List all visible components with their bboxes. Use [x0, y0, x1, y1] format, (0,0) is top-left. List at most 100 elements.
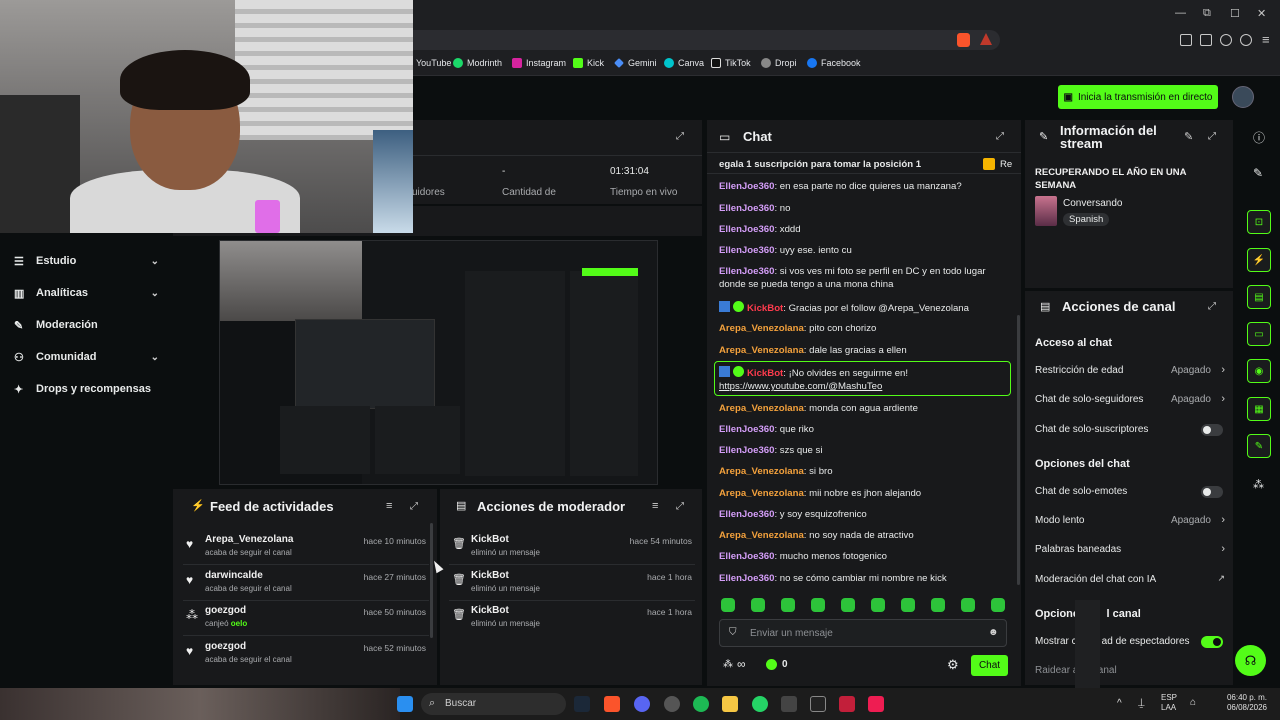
stream-preview[interactable]	[219, 240, 658, 485]
emote-icon[interactable]	[811, 598, 825, 612]
rail-chat-button[interactable]: ▭	[1247, 322, 1271, 346]
emote-icon[interactable]	[781, 598, 795, 612]
epic-games-icon[interactable]	[810, 696, 826, 712]
wallet-icon[interactable]	[1200, 34, 1212, 46]
nav-item-estudio[interactable]: ☰ Estudio ⌄	[14, 253, 159, 269]
emotes-only-toggle[interactable]	[1201, 486, 1223, 498]
help-button[interactable]: ☊	[1235, 645, 1266, 676]
bookmark-kick[interactable]: Kick	[573, 57, 604, 69]
list-item[interactable]: 🗑 KickBot eliminó un mensaje hace 54 minuto…	[449, 534, 695, 564]
show-viewers-setting[interactable]: Mostrar c ad de espectadores	[1035, 636, 1225, 650]
emote-icon[interactable]	[961, 598, 975, 612]
expand-icon[interactable]: ⤢	[410, 501, 418, 512]
emote-icon[interactable]	[991, 598, 1005, 612]
shield-icon[interactable]	[1240, 34, 1252, 46]
list-item[interactable]: ♥ Arepa_Venezolana acaba de seguir el cana…	[183, 534, 429, 564]
chat-message[interactable]: Arepa_Venezolana: no soy nada de atracti…	[719, 529, 1009, 542]
scrollbar[interactable]	[430, 523, 433, 638]
show-viewers-toggle[interactable]	[1201, 636, 1223, 648]
list-item[interactable]: 🗑 KickBot eliminó un mensaje hace 1 hora	[449, 570, 695, 600]
points-icon[interactable]: ⁂	[723, 659, 733, 670]
taskbar-search[interactable]: ⌕ Buscar	[421, 693, 566, 715]
brave-shield-icon[interactable]	[957, 33, 970, 47]
discord-icon[interactable]	[634, 696, 650, 712]
chat-message[interactable]: EllenJoe360: no	[719, 202, 1009, 215]
gear-icon[interactable]: ⚙	[947, 657, 959, 673]
folder-icon[interactable]	[722, 696, 738, 712]
steam-icon[interactable]	[574, 696, 590, 712]
chat-message[interactable]: EllenJoe360: xddd	[719, 223, 1009, 236]
list-item[interactable]: ⁂ goezgod canjeó oelo hace 50 minutos	[183, 605, 429, 635]
sidebar-icon[interactable]	[1180, 34, 1192, 46]
app-icon[interactable]	[781, 696, 797, 712]
address-bar[interactable]: m	[360, 30, 1000, 50]
nav-item-drops[interactable]: ✦ Drops y recompensas	[14, 381, 159, 397]
nav-item-moderacion[interactable]: ✎ Moderación	[14, 317, 159, 333]
chat-input[interactable]: ⛉ Enviar un mensaje ☻	[719, 619, 1007, 647]
chat-message[interactable]: Arepa_Venezolana: si bro	[719, 465, 1009, 478]
age-restriction-setting[interactable]: Restricción de edad Apagado ›	[1035, 364, 1225, 379]
points-icon[interactable]: ⁂	[1253, 478, 1264, 491]
brave-icon[interactable]	[604, 696, 620, 712]
emote-icon[interactable]	[901, 598, 915, 612]
chat-message[interactable]: EllenJoe360: y soy esquizofrenico	[719, 508, 1009, 521]
chat-message[interactable]: Arepa_Venezolana: mii nobre es jhon alej…	[719, 487, 1009, 500]
expand-icon[interactable]: ⤢	[676, 131, 684, 142]
brave-rewards-icon[interactable]	[980, 33, 992, 45]
emote-icon[interactable]	[931, 598, 945, 612]
go-live-button[interactable]: ▣ Inicia la transmisión en directo	[1058, 85, 1218, 109]
restore-icon[interactable]: ⧉	[1203, 7, 1211, 20]
expand-icon[interactable]: ⤢	[1208, 131, 1216, 142]
close-icon[interactable]: ✕	[1257, 7, 1266, 20]
nav-item-analiticas[interactable]: ▥ Analíticas ⌄	[14, 285, 159, 301]
chat-message[interactable]: Arepa_Venezolana: pito con chorizo	[719, 322, 1009, 335]
rail-crop-button[interactable]: ⊡	[1247, 210, 1271, 234]
followers-only-setting[interactable]: Chat de solo-seguidores Apagado ›	[1035, 393, 1225, 408]
stream-category[interactable]: Conversando	[1063, 198, 1122, 209]
chat-message[interactable]: EllenJoe360: uyy ese. iento cu	[719, 244, 1009, 257]
bookmark-facebook[interactable]: Facebook	[807, 57, 861, 69]
microphone-icon[interactable]: ⍊	[1138, 697, 1145, 710]
spotify-icon[interactable]	[693, 696, 709, 712]
avatar[interactable]	[1232, 86, 1254, 108]
chat-message[interactable]: Arepa_Venezolana: dale las gracias a ell…	[719, 344, 1009, 357]
obs-icon[interactable]	[664, 696, 680, 712]
list-item[interactable]: ♥ darwincalde acaba de seguir el canal hace…	[183, 570, 429, 600]
bookmark-gemini[interactable]: Gemini	[614, 57, 657, 69]
nav-item-comunidad[interactable]: ⚇ Comunidad ⌄	[14, 349, 159, 365]
maximize-icon[interactable]: ☐	[1230, 7, 1240, 20]
rail-wrench-button[interactable]: ✎	[1247, 434, 1271, 458]
bookmark-dropi[interactable]: Dropi	[761, 57, 797, 69]
banned-words-setting[interactable]: Palabras baneadas ›	[1035, 543, 1225, 558]
whatsapp-icon[interactable]	[752, 696, 768, 712]
expand-icon[interactable]: ⤢	[996, 131, 1004, 142]
menu-icon[interactable]: ≡	[1262, 32, 1270, 47]
chat-link[interactable]: https://www.youtube.com/@MashuTeo	[719, 381, 882, 392]
bookmark-instagram[interactable]: Instagram	[512, 57, 566, 69]
expand-icon[interactable]: ⤢	[1208, 301, 1216, 312]
chat-message[interactable]: KickBot: ¡No olvides en seguirme en! http…	[719, 366, 1009, 393]
emote-icon[interactable]	[721, 598, 735, 612]
rail-stack-button[interactable]: ▦	[1247, 397, 1271, 421]
chat-message[interactable]: EllenJoe360: que riko	[719, 423, 1009, 436]
bookmark-canva[interactable]: Canva	[664, 57, 704, 69]
chat-send-button[interactable]: Chat	[971, 655, 1008, 676]
language-indicator[interactable]: ESP LAA	[1161, 693, 1177, 713]
emote-icon[interactable]	[871, 598, 885, 612]
list-item[interactable]: ♥ goezgod acaba de seguir el canal hace 52 …	[183, 641, 429, 671]
edit-icon[interactable]: ✎	[1184, 130, 1193, 143]
tiktok-icon[interactable]	[868, 696, 884, 712]
ai-moderation-setting[interactable]: Moderación del chat con IA ↗	[1035, 573, 1225, 588]
chat-message[interactable]: KickBot: Gracias por el follow @Arepa_Ve…	[719, 301, 1009, 315]
subs-only-toggle[interactable]	[1201, 424, 1223, 436]
edit-icon[interactable]: ✎	[1253, 166, 1263, 180]
minimize-icon[interactable]: —	[1175, 7, 1186, 19]
chat-message[interactable]: EllenJoe360: en esa parte no dice quiere…	[719, 180, 1009, 193]
clock[interactable]: 06:40 p. m. 06/08/2026	[1225, 693, 1267, 713]
vpn-icon[interactable]	[1220, 34, 1232, 46]
chat-message[interactable]: Arepa_Venezolana: monda con agua ardient…	[719, 402, 1009, 415]
filter-icon[interactable]: ≡	[652, 500, 658, 512]
list-item[interactable]: 🗑 KickBot eliminó un mensaje hace 1 hora	[449, 605, 695, 635]
rail-notes-button[interactable]: ▤	[1247, 285, 1271, 309]
chat-message[interactable]: EllenJoe360: mucho menos fotogenico	[719, 550, 1009, 563]
